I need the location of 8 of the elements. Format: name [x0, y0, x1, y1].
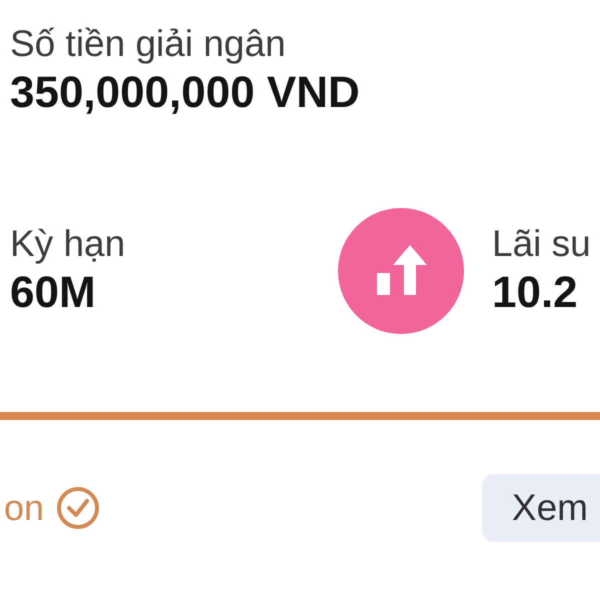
field-value: 350,000,000 VND: [10, 67, 361, 119]
field-value: 60M: [10, 267, 97, 319]
field-label: Số tiền giải ngân: [10, 22, 287, 66]
field-value: 10.2: [492, 267, 579, 319]
field-label: Kỳ hạn: [10, 222, 126, 266]
field-label: Lãi su: [492, 222, 592, 266]
status-text: on: [4, 487, 44, 529]
view-button[interactable]: Xem: [482, 474, 600, 542]
